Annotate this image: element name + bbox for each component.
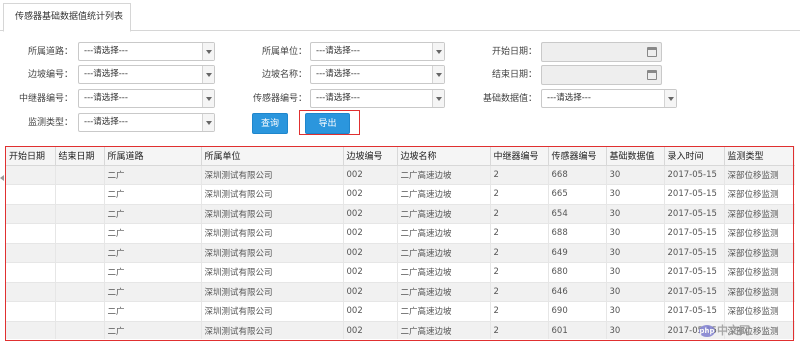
monitor-type-label: 监测类型： bbox=[27, 118, 73, 128]
monitor-type-select-value: ---请选择--- bbox=[84, 117, 128, 127]
start-date-input[interactable] bbox=[541, 42, 662, 62]
unit-select-value: ---请选择--- bbox=[316, 46, 360, 56]
php-logo-icon: php bbox=[699, 325, 715, 337]
relay-no-label: 中继器编号： bbox=[18, 94, 73, 104]
query-button[interactable]: 查询 bbox=[252, 113, 288, 134]
collapse-left-icon[interactable] bbox=[0, 175, 4, 181]
slope-name-select[interactable]: ---请选择--- bbox=[310, 65, 445, 84]
tab-sensor-base-data[interactable]: 传感器基础数据值统计列表 bbox=[3, 3, 131, 32]
table-highlight-frame bbox=[5, 146, 794, 341]
tab-bar: 传感器基础数据值统计列表 bbox=[0, 0, 800, 32]
sensor-no-label: 传感器编号： bbox=[252, 94, 307, 104]
chevron-down-icon[interactable] bbox=[202, 66, 214, 83]
unit-select[interactable]: ---请选择--- bbox=[310, 42, 445, 61]
base-value-label: 基础数据值： bbox=[482, 94, 537, 104]
end-date-input[interactable] bbox=[541, 65, 662, 85]
unit-label: 所属单位： bbox=[261, 47, 307, 57]
slope-no-select[interactable]: ---请选择--- bbox=[78, 65, 215, 84]
road-label: 所属道路： bbox=[27, 47, 73, 57]
slope-name-label: 边坡名称： bbox=[261, 70, 307, 80]
calendar-icon[interactable] bbox=[647, 70, 657, 80]
slope-no-select-value: ---请选择--- bbox=[84, 69, 128, 79]
road-select[interactable]: ---请选择--- bbox=[78, 42, 215, 61]
watermark-text: 中文网 bbox=[717, 324, 750, 337]
start-date-label: 开始日期： bbox=[491, 47, 537, 57]
chevron-down-icon[interactable] bbox=[202, 114, 214, 131]
road-select-value: ---请选择--- bbox=[84, 46, 128, 56]
chevron-down-icon[interactable] bbox=[432, 43, 444, 60]
chevron-down-icon[interactable] bbox=[202, 43, 214, 60]
sensor-no-select[interactable]: ---请选择--- bbox=[310, 89, 445, 108]
base-value-select[interactable]: ---请选择--- bbox=[541, 89, 677, 108]
watermark: php 中文网 bbox=[699, 322, 799, 339]
chevron-down-icon[interactable] bbox=[202, 90, 214, 107]
end-date-label: 结束日期： bbox=[491, 70, 537, 80]
chevron-down-icon[interactable] bbox=[664, 90, 676, 107]
sensor-no-select-value: ---请选择--- bbox=[316, 93, 360, 103]
export-button[interactable]: 导出 bbox=[305, 113, 350, 134]
chevron-down-icon[interactable] bbox=[432, 66, 444, 83]
relay-no-select-value: ---请选择--- bbox=[84, 93, 128, 103]
relay-no-select[interactable]: ---请选择--- bbox=[78, 89, 215, 108]
slope-name-select-value: ---请选择--- bbox=[316, 69, 360, 79]
calendar-icon[interactable] bbox=[647, 47, 657, 57]
base-value-select-value: ---请选择--- bbox=[547, 93, 591, 103]
slope-no-label: 边坡编号： bbox=[27, 70, 73, 80]
chevron-down-icon[interactable] bbox=[432, 90, 444, 107]
monitor-type-select[interactable]: ---请选择--- bbox=[78, 113, 215, 132]
